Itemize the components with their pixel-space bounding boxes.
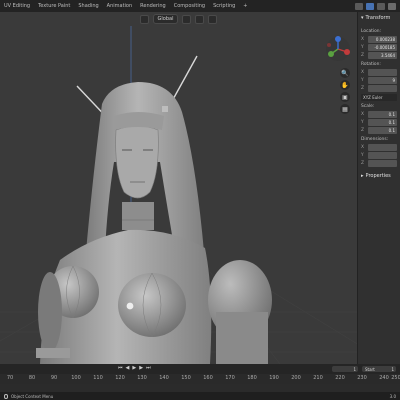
timeline-track-area[interactable] — [0, 384, 400, 392]
ruler-tick: 180 — [247, 375, 257, 381]
step-forward-icon[interactable]: ▶ — [139, 365, 143, 371]
ruler-tick: 110 — [93, 375, 103, 381]
ruler-tick: 240 — [379, 375, 389, 381]
header-icons — [355, 2, 400, 10]
viewport-shading-icon[interactable] — [377, 2, 385, 10]
transform-title: Transform — [365, 15, 391, 21]
status-message: Object Context Menu — [11, 393, 54, 399]
ruler-tick: 120 — [115, 375, 125, 381]
viewport-header: Global — [0, 12, 357, 26]
play-icon[interactable]: ▶ — [132, 365, 136, 371]
location-label: Location: — [361, 29, 382, 34]
scene-icon[interactable] — [355, 2, 363, 10]
scale-x-field[interactable]: 0.1 — [368, 111, 397, 118]
status-bar: Object Context Menu 3.0 — [0, 392, 400, 400]
antenna-socket — [162, 106, 168, 112]
navigation-gizmo[interactable] — [325, 36, 351, 62]
mouse-icon — [4, 393, 8, 399]
dimensions-y-field[interactable] — [368, 152, 397, 159]
dimensions-z-field[interactable] — [368, 160, 397, 167]
rotation-mode-dropdown[interactable]: XYZ Euler — [361, 94, 397, 101]
proportional-edit-icon[interactable] — [208, 14, 218, 24]
rotation-z-field[interactable] — [368, 85, 397, 92]
timeline-header: ⏮ ◀ ▶ ▶ ⏭ 1 Start 1 — [0, 364, 400, 374]
location-z-field[interactable]: 3.5464 — [368, 52, 397, 59]
face — [115, 125, 159, 199]
right-nipple — [126, 302, 134, 310]
ruler-tick: 100 — [71, 375, 81, 381]
perspective-toggle-icon[interactable]: ▦ — [340, 104, 350, 114]
pan-hand-icon[interactable]: ✋ — [340, 80, 350, 90]
tab-animation[interactable]: Animation — [103, 3, 137, 9]
playback-controls: ⏮ ◀ ▶ ▶ ⏭ — [118, 365, 151, 371]
properties-title: Properties — [365, 173, 391, 179]
current-frame-field[interactable]: 1 — [332, 366, 358, 372]
ruler-tick: 250 — [391, 375, 400, 381]
tab-rendering[interactable]: Rendering — [136, 3, 170, 9]
transform-orientation-icon[interactable] — [139, 14, 149, 24]
ruler-tick: 210 — [313, 375, 323, 381]
scale-y-field[interactable]: 0.1 — [368, 119, 397, 126]
viewport-canvas — [0, 26, 357, 364]
ruler-tick: 230 — [357, 375, 367, 381]
start-frame-field[interactable]: Start 1 — [362, 366, 396, 372]
status-version: 3.0 — [389, 393, 396, 399]
rotation-x-field[interactable] — [368, 69, 397, 76]
rotation-y-field[interactable]: 9 — [368, 77, 397, 84]
ruler-tick: 150 — [181, 375, 191, 381]
left-arm — [38, 272, 62, 352]
ruler-tick: 140 — [159, 375, 169, 381]
right-arm — [216, 312, 268, 364]
ruler-tick: 90 — [50, 375, 58, 381]
zoom-icon[interactable]: 🔍 — [340, 68, 350, 78]
ruler-tick: 160 — [203, 375, 213, 381]
tab-shading[interactable]: Shading — [74, 3, 102, 9]
snap-icon[interactable] — [195, 14, 205, 24]
step-back-icon[interactable]: ◀ — [126, 365, 130, 371]
dimensions-label: Dimensions: — [361, 137, 389, 142]
location-y-field[interactable]: -0.000185 — [368, 44, 397, 51]
properties-header[interactable]: ▸ Properties — [358, 170, 400, 182]
start-label: Start — [365, 366, 375, 372]
scale-label: Scale: — [361, 104, 375, 109]
ruler-tick: 70 — [6, 375, 14, 381]
jump-end-icon[interactable]: ⏭ — [146, 365, 151, 371]
render-preview-icon[interactable] — [388, 2, 396, 10]
timeline-ruler[interactable]: 70 80 90 100 110 120 130 140 150 160 170… — [0, 374, 400, 384]
camera-view-icon[interactable]: ▣ — [340, 92, 350, 102]
add-workspace-button[interactable]: + — [239, 3, 251, 9]
start-value: 1 — [391, 366, 394, 372]
ruler-tick: 190 — [269, 375, 279, 381]
jump-start-icon[interactable]: ⏮ — [118, 365, 123, 371]
scale-z-field[interactable]: 0.1 — [368, 127, 397, 134]
location-x-field[interactable]: 0.000238 — [368, 36, 397, 43]
transform-header[interactable]: ▾ Transform — [358, 12, 400, 24]
pivot-point-icon[interactable] — [182, 14, 192, 24]
ruler-tick: 130 — [137, 375, 147, 381]
ruler-tick: 170 — [225, 375, 235, 381]
ruler-tick: 80 — [28, 375, 36, 381]
view-layer-icon[interactable] — [366, 2, 374, 10]
rotation-label: Rotation: — [361, 62, 381, 67]
tab-uv-editing[interactable]: UV Editing — [0, 3, 34, 9]
tab-scripting[interactable]: Scripting — [209, 3, 239, 9]
collapse-chevron-icon: ▾ — [361, 15, 364, 21]
3d-viewport[interactable]: Global 🔍 ✋ ▣ ▦ — [0, 12, 357, 364]
tab-compositing[interactable]: Compositing — [170, 3, 209, 9]
left-arm-ring — [36, 348, 70, 358]
ruler-tick: 220 — [335, 375, 345, 381]
expand-chevron-icon: ▸ — [361, 173, 364, 179]
sidebar-n-panel: ▾ Transform Location: X 0.000238 Y -0.0001… — [357, 12, 400, 364]
top-menu-bar: UV Editing Texture Paint Shading Animati… — [0, 0, 400, 12]
neck — [122, 202, 154, 230]
ruler-tick: 200 — [291, 375, 301, 381]
dimensions-x-field[interactable] — [368, 144, 397, 151]
orientation-dropdown[interactable]: Global — [152, 14, 179, 24]
tab-texture-paint[interactable]: Texture Paint — [34, 3, 74, 9]
